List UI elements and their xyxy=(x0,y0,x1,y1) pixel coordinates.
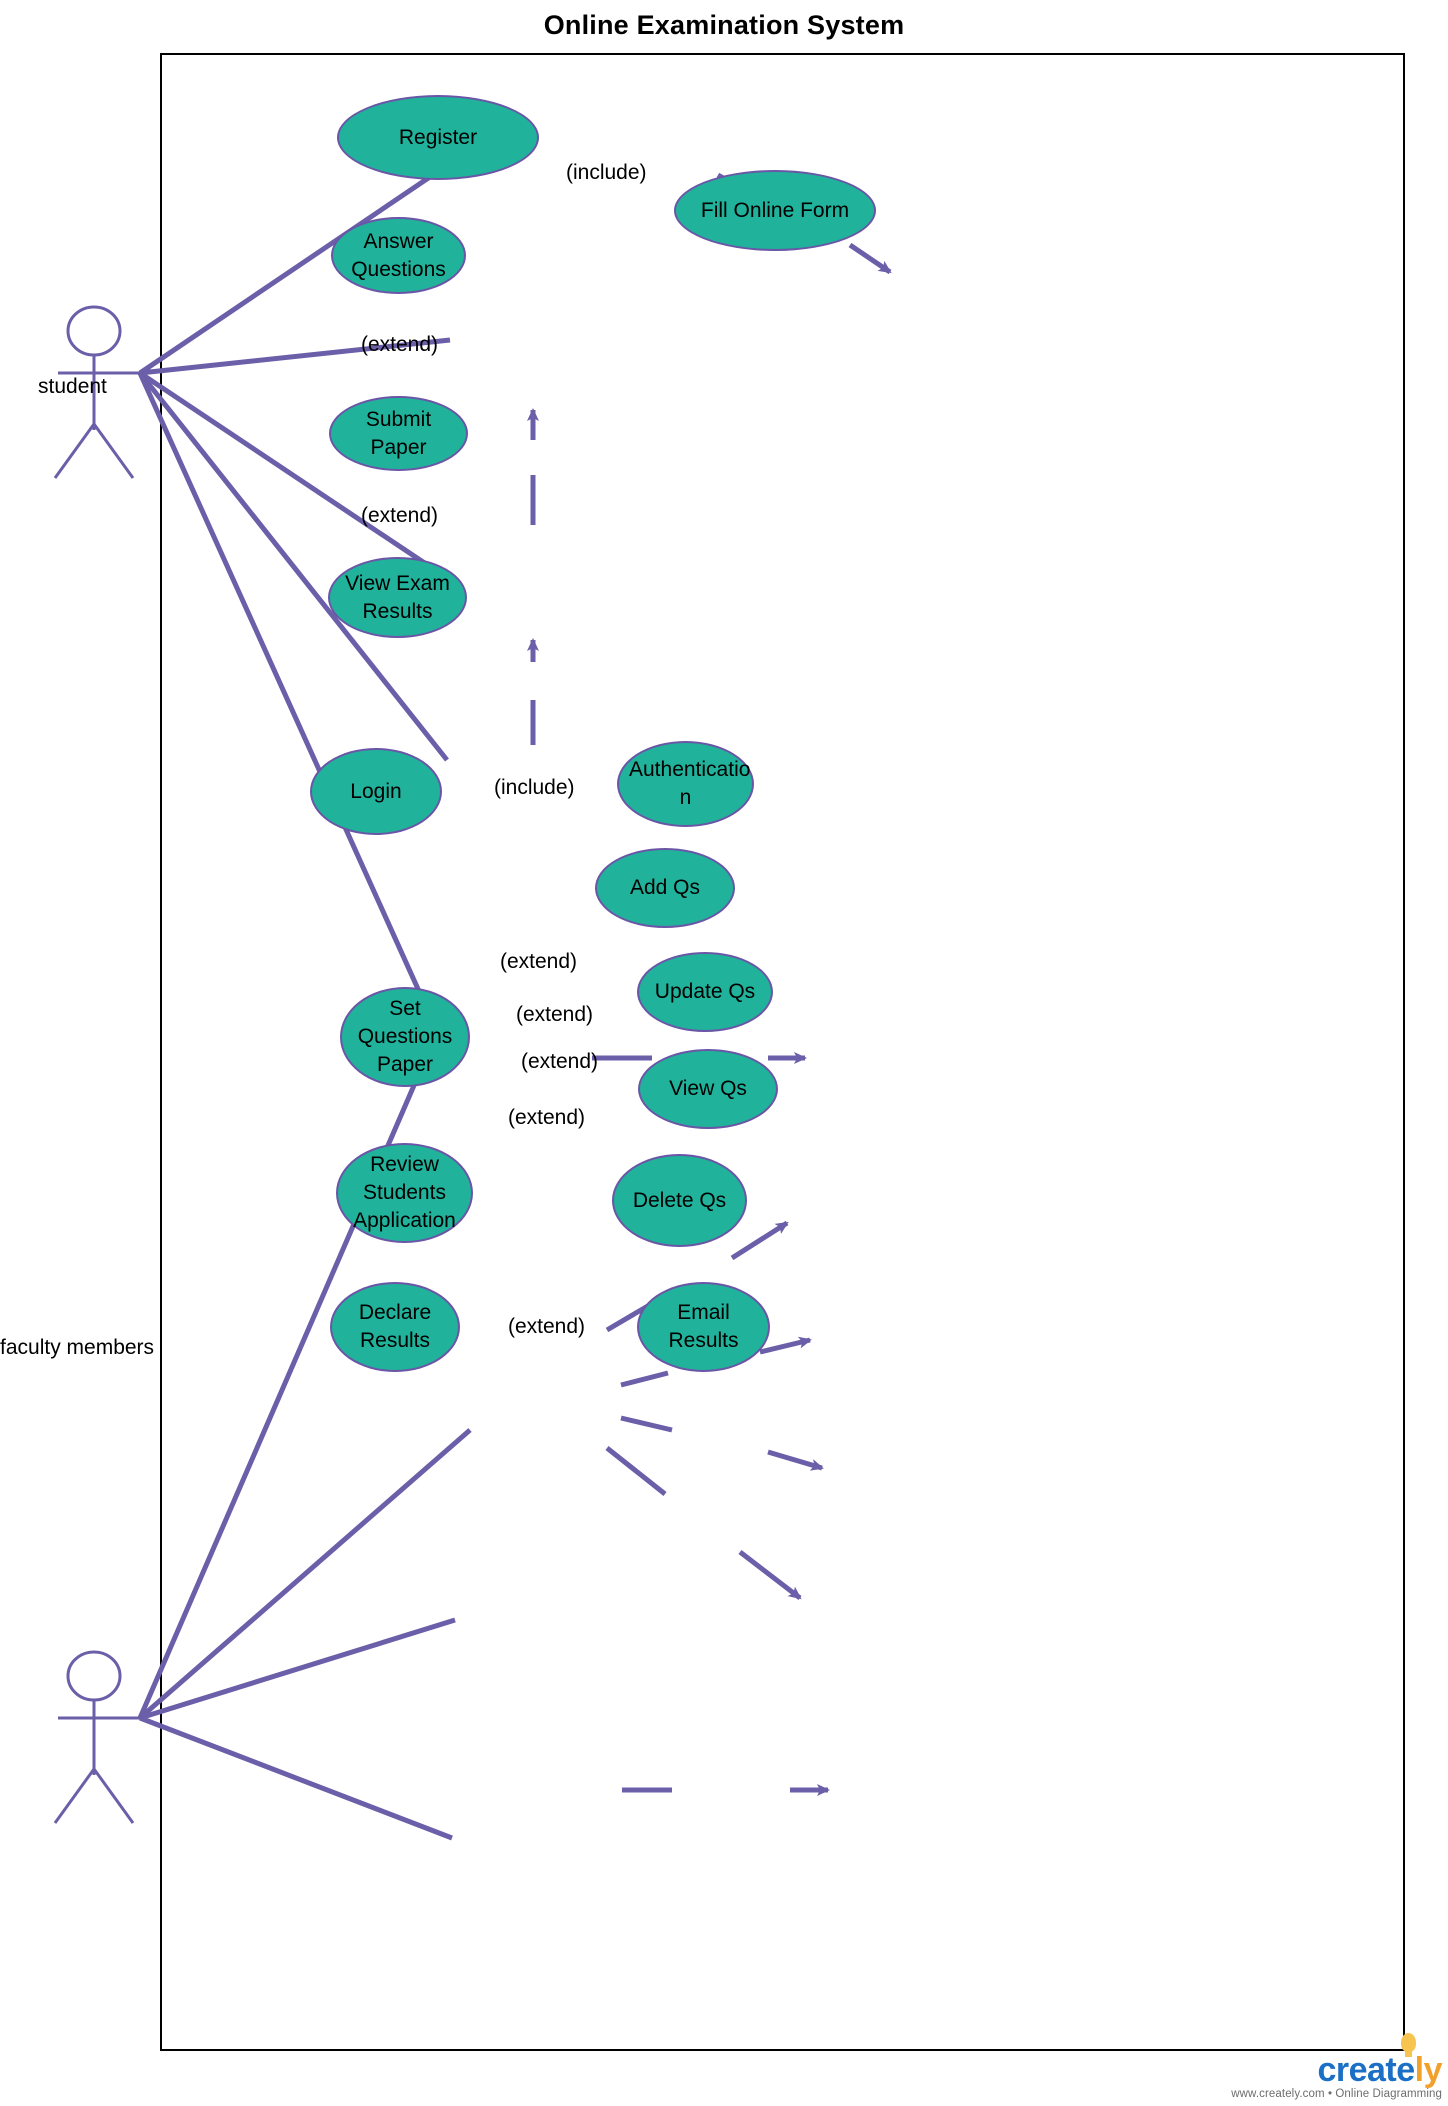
use-case-register[interactable]: Register xyxy=(337,95,539,180)
use-case-label: View Exam Results xyxy=(345,571,450,623)
use-case-label: Fill Online Form xyxy=(700,198,850,222)
creately-tagline: www.creately.com • Online Diagramming xyxy=(1231,2088,1442,2100)
use-case-login[interactable]: Login xyxy=(310,748,442,835)
use-case-view-exam-results[interactable]: View Exam Results xyxy=(328,557,467,638)
creately-wordmark: creately xyxy=(1317,2033,1443,2089)
logo-text-part1: creat xyxy=(1317,2051,1397,2089)
use-case-label: View Qs xyxy=(669,1077,747,1101)
use-case-label: Set Questions Paper xyxy=(357,997,453,1076)
lightbulb-icon xyxy=(1401,2033,1417,2057)
use-case-label: Review Students Application xyxy=(353,1153,456,1232)
logo-text-part3: ly xyxy=(1414,2051,1443,2089)
use-case-diagram-canvas: Online Examination System student facult… xyxy=(0,0,1448,2106)
actor-label-student: student xyxy=(38,375,107,398)
use-case-label: Login xyxy=(350,779,402,803)
use-case-label: Submit Paper xyxy=(365,407,432,459)
edge-label-register-include: (include) xyxy=(566,161,647,184)
edge-label-set-extend-add-qs: (extend) xyxy=(500,950,578,973)
use-case-authentication[interactable]: Authenticatio n xyxy=(617,741,754,827)
edge-label-set-extend-update-qs: (extend) xyxy=(516,1003,594,1026)
edge-label-submit-extend: (extend) xyxy=(361,333,439,356)
use-case-label: Declare Results xyxy=(358,1301,432,1352)
edge-label-login-include: (include) xyxy=(494,776,575,799)
page-title: Online Examination System xyxy=(543,10,905,40)
edge-label-view-results-extend: (extend) xyxy=(361,504,439,527)
use-case-declare-results[interactable]: Declare Results xyxy=(330,1282,460,1372)
creately-watermark: creately www.creately.com • Online Diagr… xyxy=(1231,2033,1443,2100)
use-case-label: Answer Questions xyxy=(351,229,446,281)
actor-faculty-figure xyxy=(53,1650,140,1824)
use-case-add-qs[interactable]: Add Qs xyxy=(595,848,735,928)
use-case-label: Authenticatio n xyxy=(629,758,751,809)
use-case-view-qs[interactable]: View Qs xyxy=(638,1049,778,1129)
use-case-label: Register xyxy=(398,125,478,149)
use-case-set-questions-paper[interactable]: Set Questions Paper xyxy=(340,987,470,1087)
use-case-review-students-application[interactable]: Review Students Application xyxy=(336,1143,473,1243)
use-case-delete-qs[interactable]: Delete Qs xyxy=(612,1154,747,1247)
actor-label-faculty-members: faculty members xyxy=(0,1336,155,1359)
use-case-email-results[interactable]: Email Results xyxy=(637,1282,770,1372)
edge-label-set-extend-view-qs: (extend) xyxy=(521,1050,599,1073)
use-case-label: Update Qs xyxy=(654,980,756,1004)
use-case-label: Delete Qs xyxy=(632,1188,727,1212)
edge-label-set-extend-delete-qs: (extend) xyxy=(508,1106,586,1129)
use-case-label: Email Results xyxy=(668,1301,739,1352)
use-case-fill-online-form[interactable]: Fill Online Form xyxy=(674,170,876,251)
use-case-update-qs[interactable]: Update Qs xyxy=(637,952,773,1032)
edge-label-declare-extend-email: (extend) xyxy=(508,1315,586,1338)
use-case-submit-paper[interactable]: Submit Paper xyxy=(329,396,468,471)
use-case-label: Add Qs xyxy=(629,876,701,900)
use-case-answer-questions[interactable]: Answer Questions xyxy=(331,217,466,294)
